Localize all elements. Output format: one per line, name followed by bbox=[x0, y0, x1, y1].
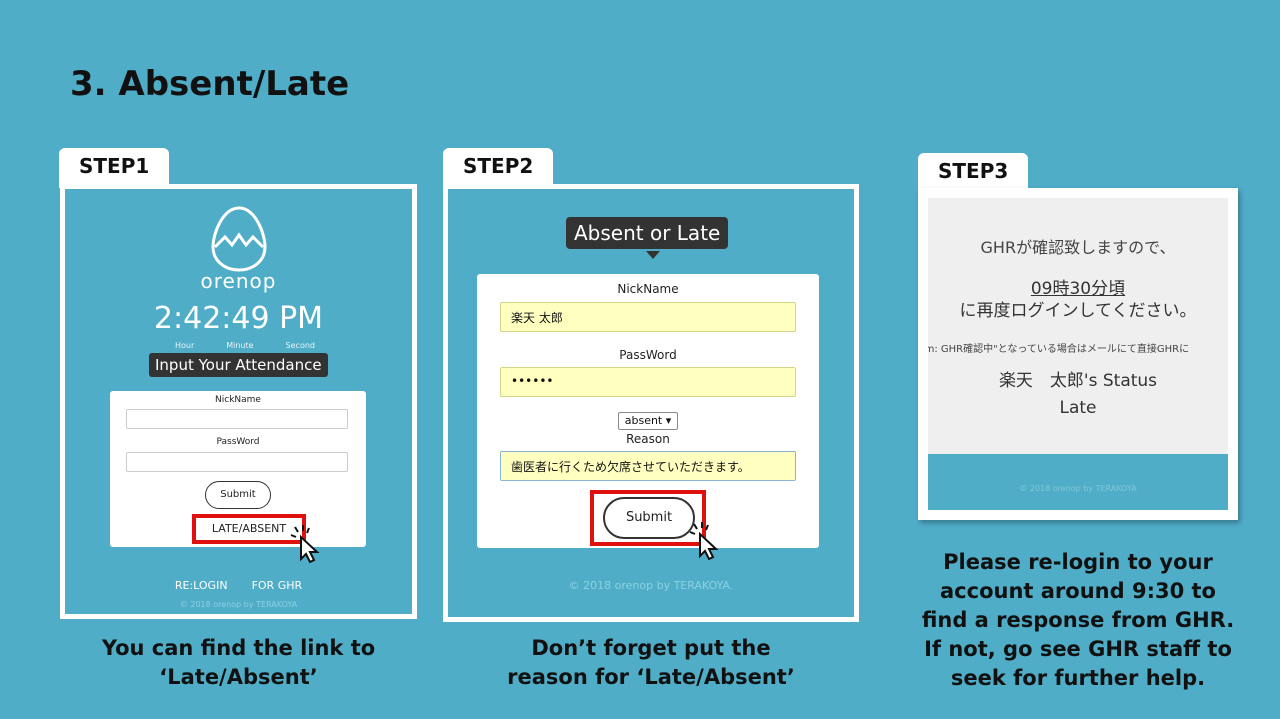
clock-units: Hour Minute Second bbox=[175, 341, 315, 350]
absent-late-heading: Absent or Late bbox=[566, 217, 729, 249]
submit-button[interactable]: Submit bbox=[205, 481, 271, 509]
step1-caption-line: ‘Late/Absent’ bbox=[159, 665, 318, 689]
status-footer: © 2018 orenop by TERAKOYA bbox=[928, 454, 1228, 510]
step1-tab: STEP1 bbox=[59, 148, 170, 188]
confirm-message: GHRが確認致しますので、 bbox=[980, 238, 1176, 257]
copyright: © 2018 orenop by TERAKOYA. bbox=[568, 579, 734, 592]
logo-text: orenop bbox=[200, 269, 277, 293]
step2-caption: Don’t forget put the reason for ‘Late/Ab… bbox=[470, 634, 832, 692]
copyright: © 2018 orenop by TERAKOYA bbox=[179, 600, 298, 609]
password-input[interactable]: •••••• bbox=[500, 367, 796, 397]
clock-unit-minute: Minute bbox=[226, 341, 254, 350]
login-form: NickName PassWord Submit LATE/ABSENT bbox=[110, 391, 366, 547]
copyright: © 2018 orenop by TERAKOYA bbox=[1019, 484, 1137, 493]
reason-label: Reason bbox=[626, 432, 670, 446]
password-label: PassWord bbox=[216, 437, 260, 447]
password-label: PassWord bbox=[619, 348, 677, 362]
attendance-label: Input Your Attendance bbox=[149, 353, 328, 377]
step3-tab: STEP3 bbox=[918, 153, 1029, 193]
footer-links: RE:LOGIN FOR GHR bbox=[65, 579, 412, 592]
absent-form: NickName 楽天 太郎 PassWord •••••• absent ▾ … bbox=[477, 274, 819, 548]
heading-arrow bbox=[646, 251, 660, 259]
step2-tab: STEP2 bbox=[443, 148, 554, 188]
confirm-note: nfirm: GHR確認中"となっている場合はメールにて直接GHRに bbox=[928, 344, 1190, 355]
submit-button[interactable]: Submit bbox=[603, 497, 695, 539]
step3-caption-line: seek for further help. bbox=[950, 666, 1206, 690]
step2-caption-line: reason for ‘Late/Absent’ bbox=[507, 665, 795, 689]
status-page: GHRが確認致しますので、 09時30分頃 に再度ログインしてください。 nfi… bbox=[928, 198, 1228, 458]
status-value: Late bbox=[1059, 398, 1097, 418]
clock: 2:42:49 PM bbox=[153, 301, 324, 336]
nickname-label: NickName bbox=[215, 395, 261, 405]
reason-input[interactable]: 歯医者に行くため欠席させていただきます。 bbox=[500, 451, 796, 481]
step1-caption-line: You can find the link to bbox=[101, 636, 376, 660]
step3-caption-line: Please re-login to your bbox=[943, 550, 1213, 574]
step2-screenshot: Absent or Late NickName 楽天 太郎 PassWord •… bbox=[443, 184, 859, 622]
step1-caption: You can find the link to ‘Late/Absent’ bbox=[60, 634, 417, 692]
step2-caption-line: Don’t forget put the bbox=[531, 636, 771, 660]
pointer-cursor-icon bbox=[290, 525, 320, 563]
clock-unit-second: Second bbox=[285, 341, 315, 350]
egg-logo-icon bbox=[211, 206, 267, 272]
step3-screenshot: GHRが確認致しますので、 09時30分頃 に再度ログインしてください。 nfi… bbox=[918, 188, 1238, 520]
relogin-message: に再度ログインしてください。 bbox=[959, 301, 1197, 321]
step3-caption-line: find a response from GHR. bbox=[921, 608, 1235, 632]
nickname-label: NickName bbox=[617, 282, 679, 296]
nickname-input[interactable]: 楽天 太郎 bbox=[500, 302, 796, 332]
password-input[interactable] bbox=[126, 452, 348, 472]
clock-unit-hour: Hour bbox=[175, 341, 195, 350]
relogin-link[interactable]: RE:LOGIN bbox=[175, 579, 228, 592]
step3-caption-line: account around 9:30 to bbox=[940, 579, 1216, 603]
nickname-input[interactable] bbox=[126, 409, 348, 429]
status-heading: 楽天 太郎's Status bbox=[998, 371, 1158, 391]
step3-caption: Please re-login to your account around 9… bbox=[908, 548, 1248, 693]
pointer-cursor-icon bbox=[689, 522, 719, 560]
step1-screenshot: orenop 2:42:49 PM Hour Minute Second Inp… bbox=[60, 184, 417, 619]
slide-title: 3. Absent/Late bbox=[70, 64, 350, 104]
for-ghr-link[interactable]: FOR GHR bbox=[252, 579, 303, 592]
step3-caption-line: If not, go see GHR staff to bbox=[924, 637, 1232, 661]
status-select[interactable]: absent ▾ bbox=[618, 412, 678, 430]
